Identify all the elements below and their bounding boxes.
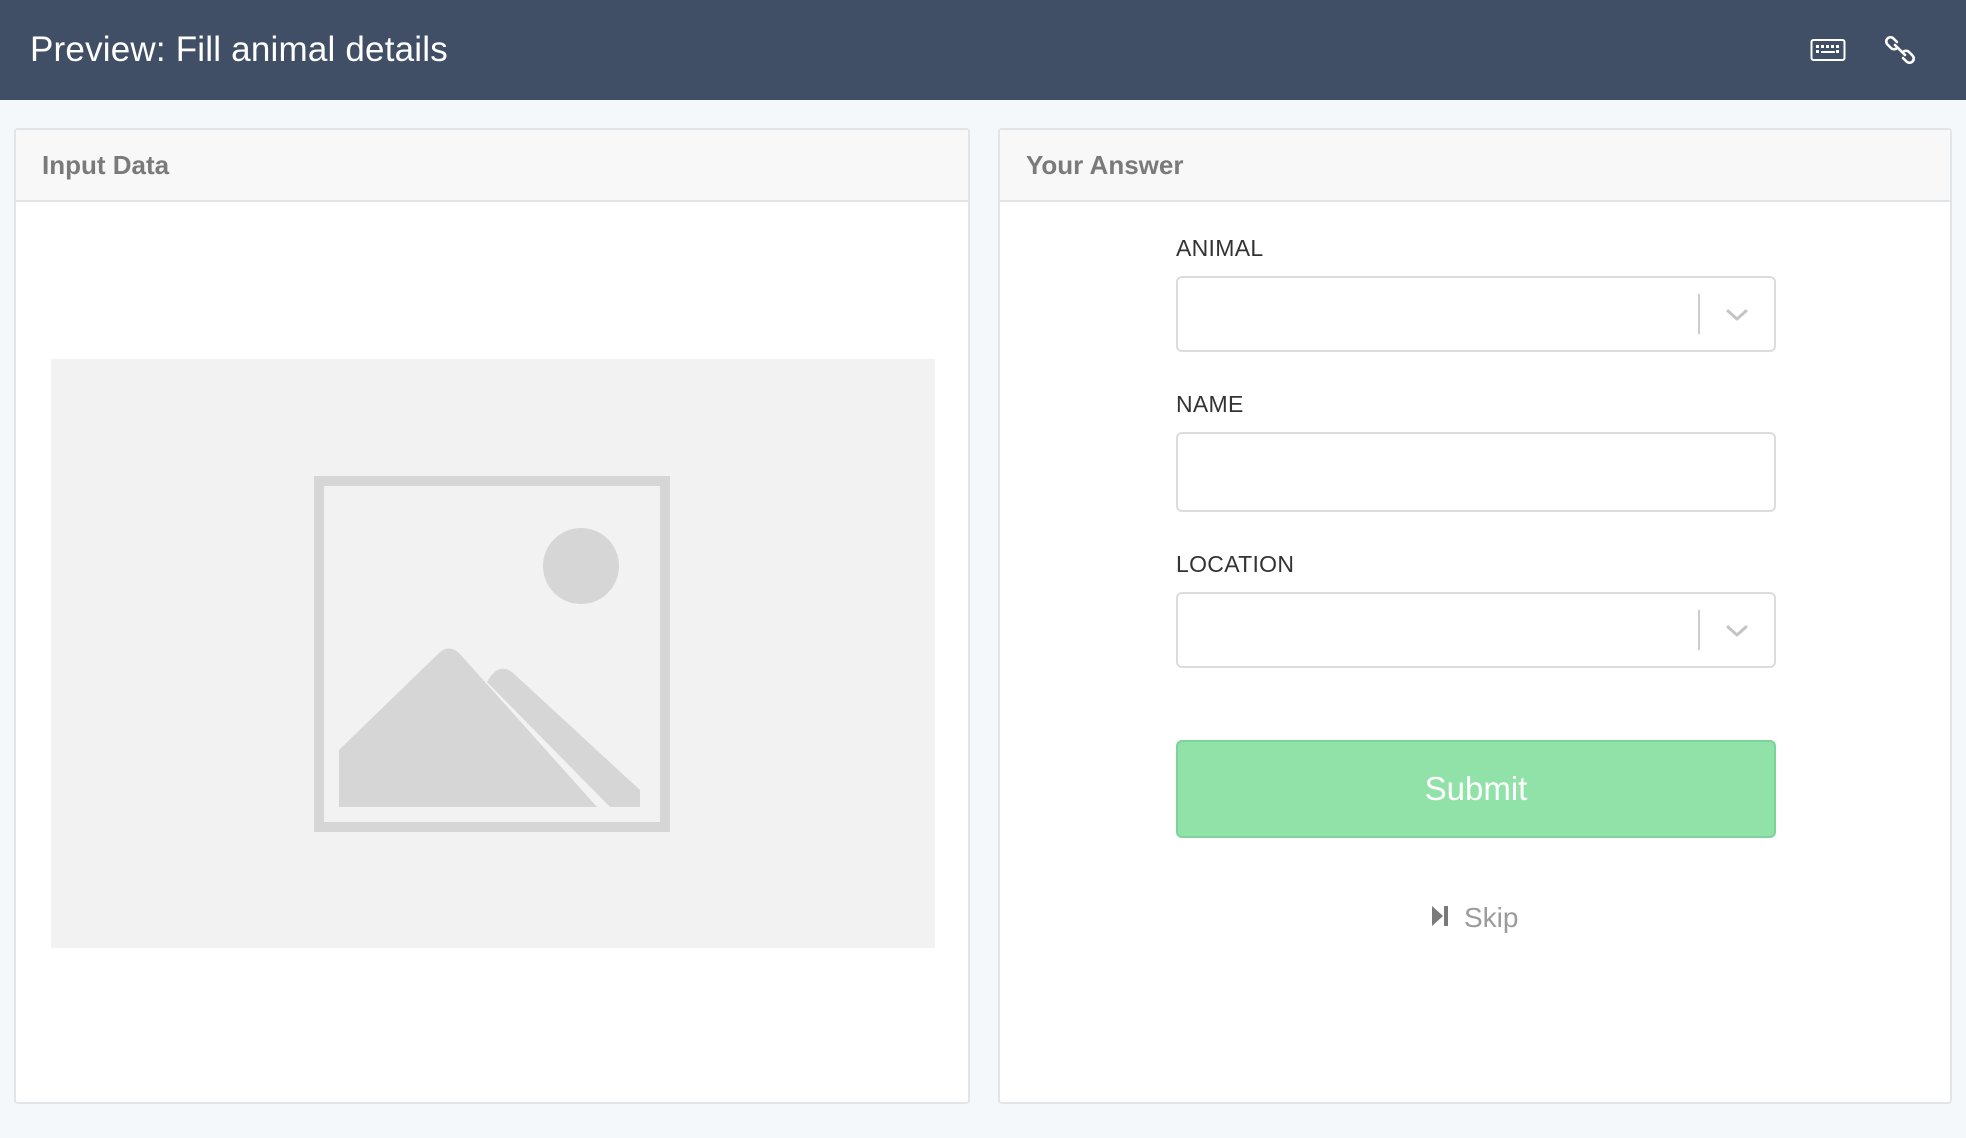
select-separator xyxy=(1698,294,1700,334)
input-data-header: Input Data xyxy=(16,130,968,202)
keyboard-icon[interactable] xyxy=(1808,30,1848,70)
select-separator xyxy=(1698,610,1700,650)
animal-label: ANIMAL xyxy=(1176,235,1264,261)
skip-icon xyxy=(1430,904,1450,933)
image-placeholder-icon xyxy=(314,476,670,832)
name-label: NAME xyxy=(1176,391,1244,417)
chevron-down-icon[interactable] xyxy=(1722,616,1752,646)
name-input[interactable] xyxy=(1176,432,1776,512)
submit-button[interactable]: Submit xyxy=(1176,740,1776,838)
top-bar: Preview: Fill animal details xyxy=(0,0,1966,100)
skip-button[interactable]: Skip xyxy=(1430,898,1518,938)
input-data-panel: Input Data xyxy=(14,128,970,1104)
your-answer-header: Your Answer xyxy=(1000,130,1950,202)
chevron-down-icon[interactable] xyxy=(1722,300,1752,330)
skip-label: Skip xyxy=(1464,902,1519,933)
link-icon[interactable] xyxy=(1880,30,1920,70)
location-select[interactable] xyxy=(1176,592,1776,668)
animal-select[interactable] xyxy=(1176,276,1776,352)
input-image xyxy=(51,359,935,948)
your-answer-panel: Your Answer ANIMAL NAME LOCATION Submit … xyxy=(998,128,1952,1104)
input-data-title: Input Data xyxy=(42,149,170,180)
answer-form: ANIMAL NAME LOCATION xyxy=(1176,234,1776,668)
your-answer-title: Your Answer xyxy=(1026,149,1184,180)
page-title: Preview: Fill animal details xyxy=(30,30,448,69)
location-label: LOCATION xyxy=(1176,551,1295,577)
